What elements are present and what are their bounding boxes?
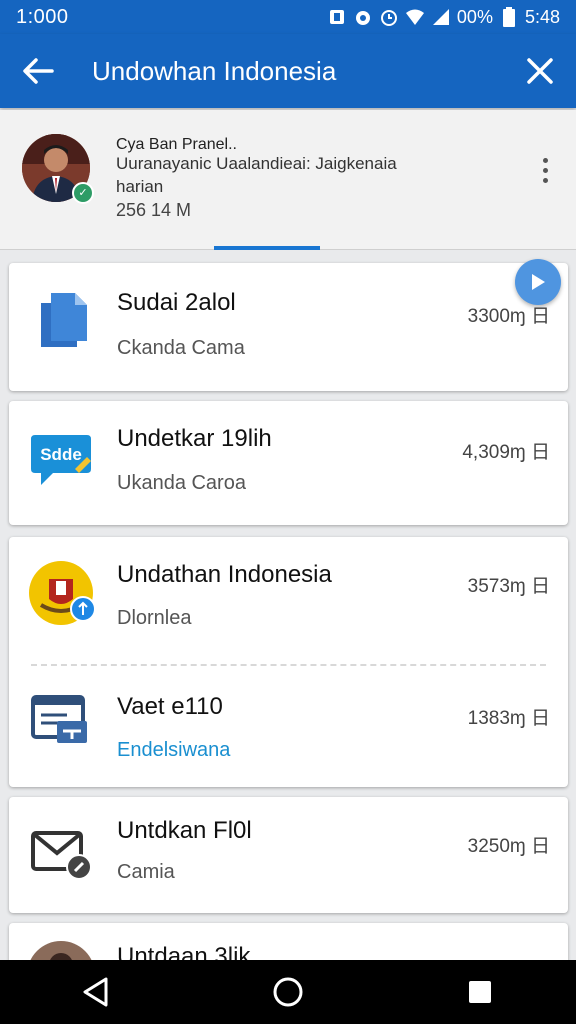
list-item[interactable]: Sudai 2alol Ckanda Cama 3300ɱ 日 [9, 263, 568, 391]
play-icon [532, 274, 545, 290]
close-icon [527, 58, 553, 84]
emblem-icon [29, 561, 95, 625]
battery-percent: 00% [456, 6, 493, 27]
item-size: 4,309ɱ 日 [462, 442, 550, 463]
mail-icon [31, 831, 92, 880]
nav-back-button[interactable] [72, 968, 120, 1016]
file-card[interactable]: Undathan Indonesia Dlornlea 3573ɱ 日 Vaet… [9, 537, 568, 787]
item-subtitle: Dlornlea [117, 607, 192, 629]
window-icon [31, 695, 87, 743]
item-size: 1383ɱ 日 [467, 708, 550, 729]
item-subtitle: Ukanda Caroa [117, 472, 246, 494]
nav-recents-button[interactable] [456, 968, 504, 1016]
clock-icon [379, 7, 399, 27]
file-card[interactable]: Untdkan Fl0l Camia 3250ɱ 日 [9, 797, 568, 913]
profile-size: 256 14 M [116, 200, 192, 220]
list-item[interactable]: Undathan Indonesia Dlornlea 3573ɱ 日 [9, 537, 568, 662]
more-options-button[interactable] [532, 150, 558, 190]
nav-home-button[interactable] [264, 968, 312, 1016]
slide-icon-text: Sdde [40, 445, 82, 464]
circle-home-icon [273, 977, 303, 1007]
app-bar: Undowhan Indonesia [0, 34, 576, 108]
page-title: Undowhan Indonesia [92, 55, 337, 86]
item-subtitle: Ckanda Cama [117, 337, 245, 359]
item-title: Undetkar 19lih [117, 425, 272, 452]
square-recents-icon [469, 981, 491, 1003]
triangle-back-icon [83, 977, 108, 1007]
arrow-back-icon [23, 58, 54, 84]
divider [31, 664, 546, 666]
online-badge: ✓ [72, 182, 94, 204]
item-size: 3250ɱ 日 [467, 836, 550, 857]
file-card[interactable]: Sdde Undetkar 19lih Ukanda Caroa 4,309ɱ … [9, 401, 568, 525]
signal-icon [431, 7, 451, 27]
item-size: 3573ɱ 日 [467, 576, 550, 597]
item-size: 3300ɱ 日 [467, 306, 550, 327]
file-card[interactable]: Sudai 2alol Ckanda Cama 3300ɱ 日 [9, 263, 568, 391]
tab-indicator [214, 246, 320, 250]
wifi-icon [405, 7, 425, 27]
nfc-icon [327, 7, 347, 27]
status-time: 1:000 [16, 5, 69, 28]
more-vert-icon [542, 157, 548, 163]
profile-header: ✓ Cya Ban Pranel.. Uuranayanic Uaalandie… [0, 110, 576, 250]
battery-icon [499, 7, 519, 27]
profile-subtitle: Uuranayanic Uaalandieai: Jaigkenaia hari… [116, 154, 397, 196]
slide-chat-icon: Sdde [31, 435, 91, 485]
play-button[interactable] [515, 259, 561, 305]
item-subtitle: Camia [117, 861, 175, 883]
list-item[interactable]: Vaet e110 Endelsiwana 1383ɱ 日 [9, 667, 568, 787]
alarm-icon [353, 7, 373, 27]
item-title: Sudai 2alol [117, 289, 236, 316]
back-button[interactable] [18, 51, 58, 91]
list-item[interactable]: Sdde Undetkar 19lih Ukanda Caroa 4,309ɱ … [9, 401, 568, 525]
item-subtitle-link[interactable]: Endelsiwana [117, 739, 230, 762]
item-title: Undathan Indonesia [117, 561, 332, 588]
status-clock: 5:48 [524, 6, 560, 27]
blue-document-icon [41, 293, 87, 347]
system-nav-bar [0, 960, 576, 1024]
item-title: Untdkan Fl0l [117, 817, 252, 844]
status-icons: 00% 5:48 [327, 7, 560, 28]
item-title: Vaet e110 [117, 693, 223, 720]
close-button[interactable] [520, 51, 560, 91]
status-bar: 1:000 00% 5:48 [0, 0, 576, 34]
list-item[interactable]: Untdkan Fl0l Camia 3250ɱ 日 [9, 797, 568, 913]
